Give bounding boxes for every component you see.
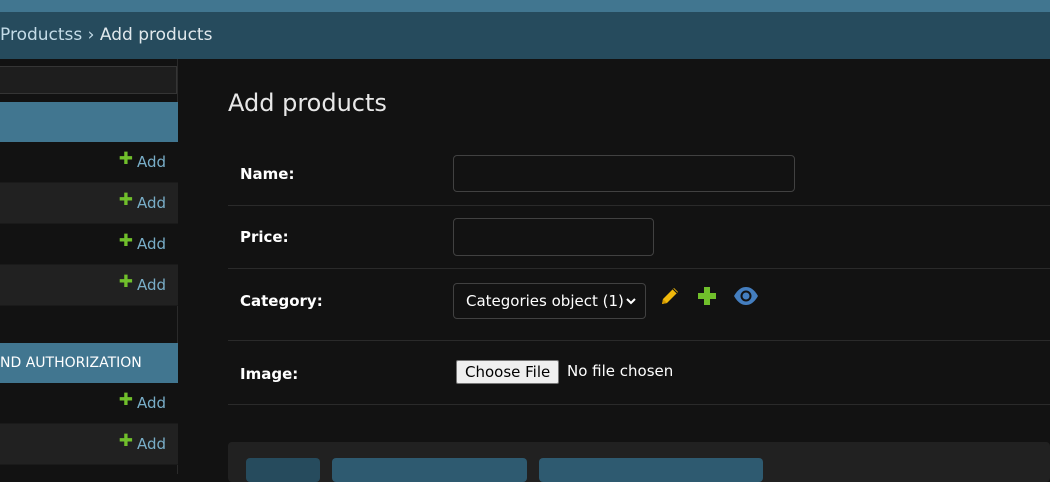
chevron-down-icon <box>626 298 636 305</box>
sidebar-section-header-2[interactable]: ND AUTHORIZATION <box>0 343 178 383</box>
add-label: Add <box>136 235 166 253</box>
breadcrumb-current: Add products <box>99 25 213 45</box>
add-label: Add <box>136 435 166 453</box>
plus-icon: ✚ <box>118 389 133 410</box>
plus-icon: ✚ <box>118 230 133 251</box>
sidebar-add-link[interactable]: ✚ Add <box>118 389 166 412</box>
sidebar-add-link[interactable]: ✚ Add <box>118 271 166 294</box>
sidebar-row[interactable]: ✚ Add <box>0 383 178 424</box>
breadcrumb-separator: › <box>87 25 95 45</box>
eye-icon <box>734 287 758 305</box>
sidebar-add-link[interactable]: ✚ Add <box>118 430 166 453</box>
submit-row <box>228 442 1050 482</box>
plus-icon: ✚ <box>118 430 133 451</box>
sidebar-row[interactable]: ✚ Add <box>0 183 178 224</box>
sidebar-add-link[interactable]: ✚ Add <box>118 148 166 171</box>
price-label: Price: <box>240 228 289 246</box>
add-label: Add <box>136 194 166 212</box>
breadcrumb: Productss › Add products <box>0 12 1050 59</box>
sidebar-row[interactable]: ✚ Add <box>0 224 178 265</box>
form-row-name: Name: <box>228 143 1050 206</box>
sidebar-section-header-1[interactable] <box>0 102 178 142</box>
edit-related-button[interactable] <box>658 284 682 308</box>
form-row-category: Category: Categories object (1) <box>228 269 1050 341</box>
main-content: Add products Name: Price: Category: Cate… <box>178 59 1050 482</box>
name-input[interactable] <box>453 155 795 192</box>
name-label: Name: <box>240 165 295 183</box>
add-related-button[interactable] <box>695 284 719 308</box>
section-title: ND AUTHORIZATION <box>0 355 142 371</box>
category-label: Category: <box>240 292 323 310</box>
category-select[interactable]: Categories object (1) <box>453 283 646 319</box>
category-selected: Categories object (1) <box>466 292 624 310</box>
plus-icon: ✚ <box>118 148 133 169</box>
add-label: Add <box>136 394 166 412</box>
file-status: No file chosen <box>567 362 674 380</box>
sidebar-row[interactable]: ✚ Add <box>0 142 178 183</box>
save-and-add-another-button[interactable] <box>332 458 527 482</box>
plus-icon: ✚ <box>118 189 133 210</box>
form-row-image: Image: Choose File No file chosen <box>228 341 1050 405</box>
plus-icon <box>698 287 716 305</box>
plus-icon: ✚ <box>118 271 133 292</box>
header-strip <box>0 0 1050 12</box>
save-button[interactable] <box>246 458 320 482</box>
choose-file-button[interactable]: Choose File <box>456 360 560 384</box>
save-and-continue-button[interactable] <box>539 458 763 482</box>
add-label: Add <box>136 276 166 294</box>
form-row-price: Price: <box>228 206 1050 269</box>
sidebar-add-link[interactable]: ✚ Add <box>118 189 166 212</box>
sidebar: ✚ Add ✚ Add ✚ Add ✚ Add ND AUTHORIZATION… <box>0 59 178 474</box>
sidebar-add-link[interactable]: ✚ Add <box>118 230 166 253</box>
view-related-button[interactable] <box>732 284 760 308</box>
sidebar-row[interactable]: ✚ Add <box>0 265 178 306</box>
page-title: Add products <box>228 89 387 117</box>
sidebar-filter-input[interactable] <box>0 66 177 94</box>
image-label: Image: <box>240 365 299 383</box>
sidebar-row[interactable]: ✚ Add <box>0 424 178 465</box>
pencil-icon <box>662 288 678 304</box>
breadcrumb-parent-link[interactable]: Productss <box>0 25 82 45</box>
price-input[interactable] <box>453 218 654 256</box>
add-label: Add <box>136 153 166 171</box>
